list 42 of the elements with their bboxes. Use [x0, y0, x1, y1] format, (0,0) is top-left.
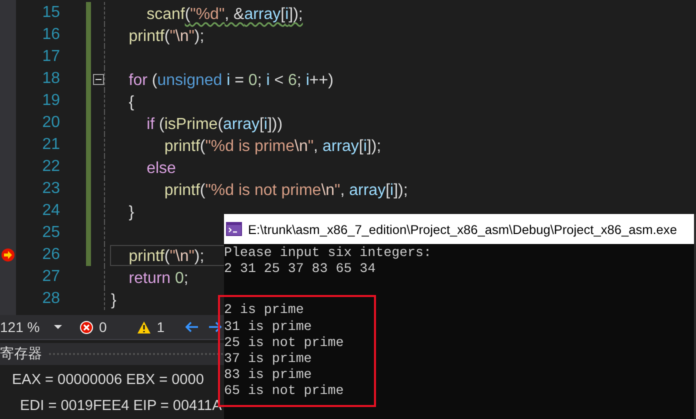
line-number: 16: [41, 26, 60, 44]
line-number: 19: [41, 92, 60, 110]
window-title: E:\trunk\asm_x86_7_edition\Project_x86_asm\Debug\Project_x86_asm.exe: [248, 222, 677, 236]
panel-title: 寄存器: [0, 345, 42, 363]
warnings-indicator[interactable]: 1: [136, 319, 165, 336]
line-number: 27: [41, 268, 60, 286]
code-line: printf("\n");: [128, 248, 204, 264]
code-line: }: [111, 292, 116, 308]
code-line: {: [128, 94, 134, 110]
console-line: Please input six integers:: [224, 245, 432, 260]
console-line: 37 is prime: [224, 350, 312, 366]
console-line: 65 is not prime: [224, 383, 344, 398]
line-number: 22: [41, 158, 60, 176]
errors-indicator[interactable]: 0: [80, 319, 107, 336]
line-number: 20: [41, 114, 60, 132]
line-number: 28: [41, 290, 60, 308]
line-number: 21: [41, 136, 60, 154]
code-line: else: [146, 160, 176, 176]
code-line: printf("\n");: [128, 28, 204, 44]
code-line: printf("%d is not prime\n", array[i]);: [164, 182, 408, 198]
line-number: 15: [41, 4, 60, 22]
console-line: 25 is not prime: [224, 334, 344, 350]
code-line: }: [128, 204, 134, 220]
console-line: 2 31 25 37 83 65 34: [224, 261, 376, 276]
code-line: scanf("%d", &array[i]);: [146, 6, 303, 22]
code-line: printf("%d is prime\n", array[i]);: [164, 138, 382, 154]
console-line: 31 is prime: [224, 318, 312, 334]
line-number: 24: [41, 202, 60, 220]
error-count: 0: [99, 319, 107, 336]
console-line: 2 is prime: [224, 302, 304, 318]
line-number: 17: [41, 48, 60, 66]
line-number: 18: [41, 70, 60, 88]
warning-count: 1: [156, 319, 165, 336]
code-line: return 0;: [128, 270, 188, 286]
console-line: 83 is prime: [224, 367, 312, 382]
register-values: EAX = 00000006 EBX = 0000: [12, 372, 204, 388]
line-number: 26: [41, 246, 60, 264]
code-line: for (unsigned i = 0; i < 6; i++): [128, 72, 334, 88]
line-number: 23: [41, 180, 60, 198]
code-line: if (isPrime(array[i])): [146, 116, 283, 132]
register-values: EDI = 0019FEE4 EIP = 00411A: [20, 398, 222, 414]
line-number: 25: [41, 224, 60, 242]
